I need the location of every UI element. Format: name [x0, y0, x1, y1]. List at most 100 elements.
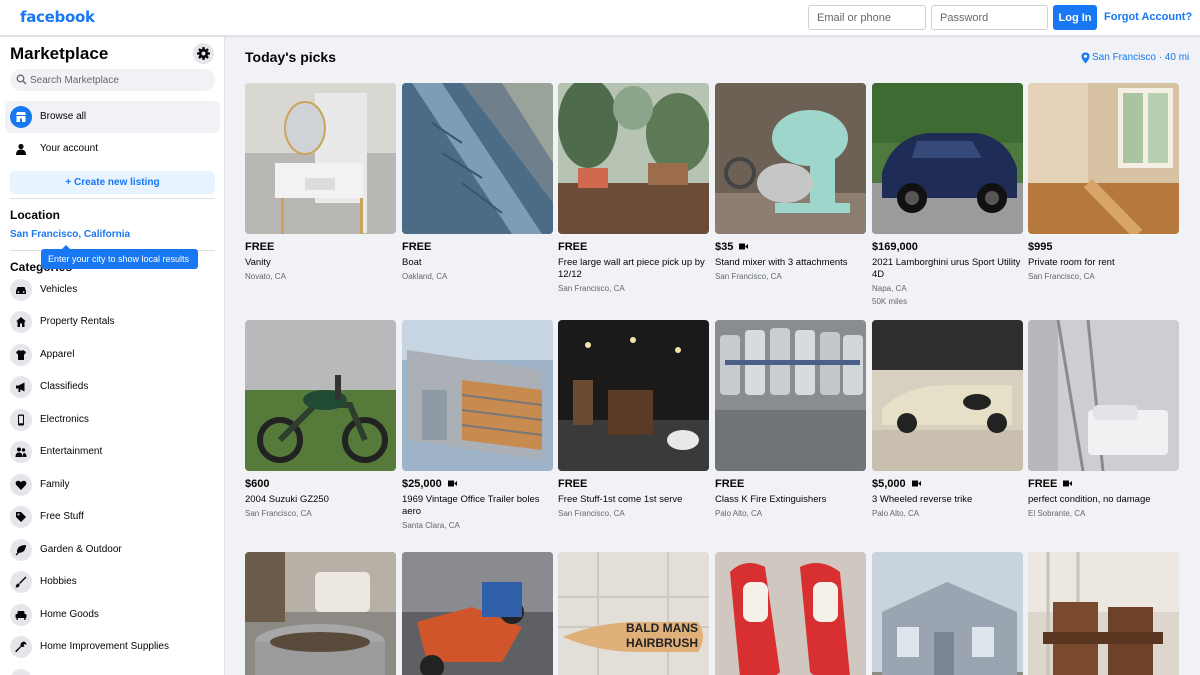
listing-location: Santa Clara, CA [402, 521, 460, 530]
listing-price: $995 [1028, 241, 1053, 253]
listing-photo[interactable]: BALD MANS HAIRBRUSH [558, 552, 709, 675]
top-navigation-bar: facebook Log In Forgot Account? [0, 0, 1200, 36]
listing-location: Palo Alto, CA [872, 509, 920, 518]
listing-price: $35 [715, 241, 734, 253]
sidebar-item-browse-all[interactable]: Browse all [5, 101, 220, 133]
category-family[interactable]: Family [5, 471, 220, 501]
search-icon [16, 74, 27, 85]
sidebar-item-label: Your account [40, 143, 99, 154]
password-field[interactable] [931, 5, 1048, 30]
location-filter[interactable]: San Francisco · 40 mi [1081, 52, 1190, 64]
search-input[interactable] [30, 69, 210, 91]
category-electronics[interactable]: Electronics [5, 406, 220, 436]
leaf-icon [15, 545, 26, 556]
category-label: Hobbies [40, 576, 77, 587]
listing-title: 3 Wheeled reverse trike [872, 494, 973, 505]
category-label: Apparel [40, 349, 75, 360]
listing-photo[interactable] [1028, 552, 1179, 675]
listing-price: $169,000 [872, 241, 918, 253]
category-label: Garden & Outdoor [40, 544, 122, 555]
listing-location: San Francisco, CA [1028, 272, 1095, 281]
login-button[interactable]: Log In [1053, 5, 1097, 30]
listing-photo[interactable] [715, 83, 866, 234]
listing-photo[interactable] [402, 320, 553, 471]
divider [10, 198, 215, 199]
category-home-goods[interactable]: Home Goods [5, 601, 220, 631]
listing-price: FREE [558, 241, 588, 253]
category-label: Home Goods [40, 609, 99, 620]
category-apparel[interactable]: Apparel [5, 341, 220, 371]
tag-icon [16, 512, 26, 522]
category-label: Home Improvement Supplies [40, 641, 169, 652]
sign-text-line-2: HAIRBRUSH [626, 636, 698, 650]
sidebar-title: Marketplace [10, 44, 109, 63]
listing-photo[interactable] [558, 320, 709, 471]
phone-icon [18, 414, 24, 426]
category-label: Vehicles [40, 284, 78, 295]
listing-title: Free Stuff-1st come 1st serve [558, 494, 683, 505]
listing-location: San Francisco, CA [558, 284, 625, 293]
category-classifieds[interactable]: Classifieds [5, 373, 220, 403]
category-free-stuff[interactable]: Free Stuff [5, 503, 220, 533]
page-title: Today's picks [245, 49, 336, 65]
category-label: Free Stuff [40, 511, 84, 522]
listing-price: FREE [558, 478, 588, 490]
listing-photo[interactable] [715, 552, 866, 675]
location-tooltip: Enter your city to show local results [41, 245, 198, 269]
sign-text-line-1: BALD MANS [626, 621, 698, 635]
wrench-icon [15, 641, 27, 653]
category-hobbies[interactable]: Hobbies [5, 568, 220, 598]
listing-photo[interactable] [402, 83, 553, 234]
listing-location: Novato, CA [245, 272, 286, 281]
category-label: Electronics [40, 414, 89, 425]
listing-photo[interactable] [558, 83, 709, 234]
listing-location: Oakland, CA [402, 272, 448, 281]
listing-photo[interactable] [402, 552, 553, 675]
megaphone-icon [16, 382, 25, 392]
video-icon [739, 243, 749, 250]
listing-photo[interactable] [245, 320, 396, 471]
people-icon [15, 447, 27, 457]
category-vehicles[interactable]: Vehicles [5, 276, 220, 306]
forgot-account-link[interactable]: Forgot Account? [1104, 11, 1192, 23]
listing-photo[interactable] [872, 83, 1023, 234]
listing-price: $5,000 [872, 478, 906, 490]
shirt-icon [16, 350, 26, 360]
category-property-rentals[interactable]: Property Rentals [5, 308, 220, 338]
category-more[interactable] [5, 666, 220, 675]
category-label: Family [40, 479, 70, 490]
facebook-logo[interactable]: facebook [20, 8, 95, 26]
listing-photo[interactable] [715, 320, 866, 471]
sidebar-item-your-account[interactable]: Your account [5, 133, 220, 165]
settings-button[interactable] [193, 43, 214, 64]
listing-title: Private room for rent [1028, 257, 1115, 268]
email-field[interactable] [808, 5, 926, 30]
listing-photo[interactable] [872, 552, 1023, 675]
listing-location: San Francisco, CA [245, 509, 312, 518]
listing-price: FREE [715, 478, 745, 490]
listing-title: Stand mixer with 3 attachments [715, 257, 848, 268]
listing-photo[interactable] [245, 83, 396, 234]
listing-photo[interactable] [872, 320, 1023, 471]
listing-photo[interactable] [245, 552, 396, 675]
create-listing-button[interactable]: + Create new listing [10, 171, 215, 194]
location-section-title: Location [10, 208, 60, 222]
listing-title: 2021 Lamborghini urus Sport Utility 4D [872, 257, 1021, 280]
gear-icon [197, 47, 210, 60]
brush-icon [15, 576, 27, 588]
listing-location: San Francisco, CA [558, 509, 625, 518]
marketplace-search[interactable] [10, 69, 215, 91]
listing-title: Free large wall art piece pick up by 12/… [558, 257, 705, 280]
location-link[interactable]: San Francisco, California [10, 229, 130, 240]
listing-photo[interactable] [1028, 320, 1179, 471]
category-label: Classifieds [40, 381, 89, 392]
heart-icon [15, 480, 27, 490]
category-entertainment[interactable]: Entertainment [5, 438, 220, 468]
category-home-improvement[interactable]: Home Improvement Supplies [5, 633, 220, 663]
category-garden-outdoor[interactable]: Garden & Outdoor [5, 536, 220, 566]
video-icon [911, 480, 921, 487]
location-filter-label: San Francisco · 40 mi [1092, 52, 1190, 63]
listing-photo[interactable] [1028, 83, 1179, 234]
listing-location: Palo Alto, CA [715, 509, 763, 518]
car-icon [16, 287, 26, 294]
